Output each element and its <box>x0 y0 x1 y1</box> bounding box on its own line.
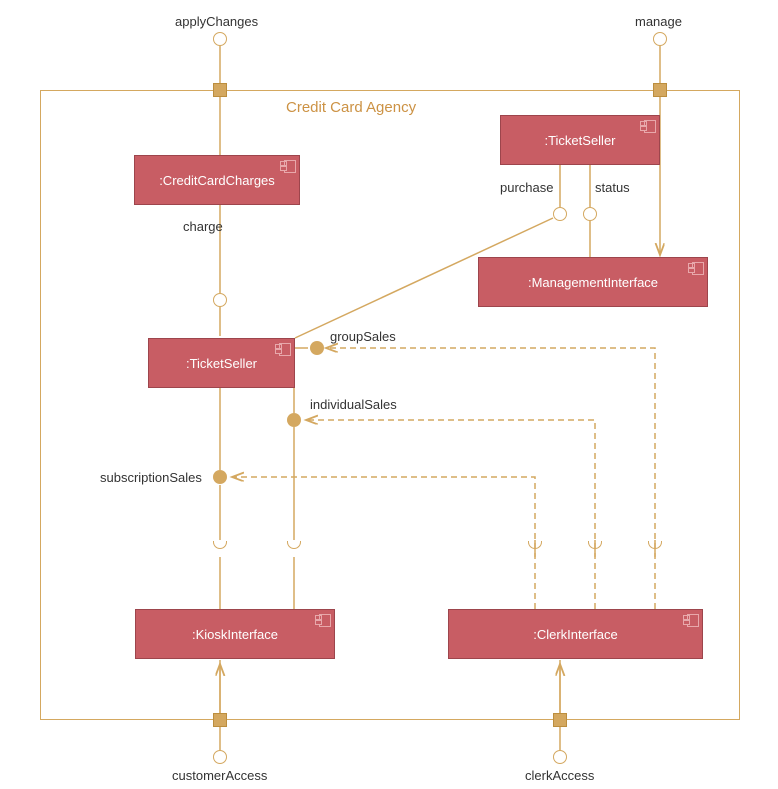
component-credit-card-charges: :CreditCardCharges <box>134 155 300 205</box>
interface-charge <box>213 293 227 307</box>
container-title: Credit Card Agency <box>286 99 416 116</box>
component-management-interface: :ManagementInterface <box>478 257 708 307</box>
label-apply-changes: applyChanges <box>175 14 258 29</box>
interface-subscription-sales <box>213 470 227 484</box>
component-label: :ClerkInterface <box>533 627 618 642</box>
port-clerk-access <box>553 713 567 727</box>
component-label: :TicketSeller <box>186 356 257 371</box>
component-icon <box>683 613 699 626</box>
component-kiosk-interface: :KioskInterface <box>135 609 335 659</box>
component-label: :KioskInterface <box>192 627 278 642</box>
component-ticket-seller-mid: :TicketSeller <box>148 338 295 388</box>
interface-status <box>583 207 597 221</box>
interface-individual-sales <box>287 413 301 427</box>
label-individual-sales: individualSales <box>310 397 397 412</box>
component-icon <box>688 261 704 274</box>
component-icon <box>275 342 291 355</box>
component-icon <box>280 159 296 172</box>
port-manage <box>653 83 667 97</box>
label-subscription-sales: subscriptionSales <box>100 470 202 485</box>
component-label: :TicketSeller <box>544 133 615 148</box>
label-purchase: purchase <box>500 180 553 195</box>
interface-purchase <box>553 207 567 221</box>
label-status: status <box>595 180 630 195</box>
label-customer-access: customerAccess <box>172 768 267 783</box>
component-ticket-seller-top: :TicketSeller <box>500 115 660 165</box>
interface-apply-changes <box>213 32 227 46</box>
component-label: :ManagementInterface <box>528 275 658 290</box>
label-clerk-access: clerkAccess <box>525 768 594 783</box>
component-icon <box>315 613 331 626</box>
component-clerk-interface: :ClerkInterface <box>448 609 703 659</box>
interface-customer-access <box>213 750 227 764</box>
label-manage: manage <box>635 14 682 29</box>
interface-group-sales <box>310 341 324 355</box>
port-customer-access <box>213 713 227 727</box>
component-label: :CreditCardCharges <box>159 173 275 188</box>
port-apply-changes <box>213 83 227 97</box>
interface-clerk-access <box>553 750 567 764</box>
interface-manage <box>653 32 667 46</box>
label-charge: charge <box>183 219 223 234</box>
label-group-sales: groupSales <box>330 329 396 344</box>
component-icon <box>640 119 656 132</box>
